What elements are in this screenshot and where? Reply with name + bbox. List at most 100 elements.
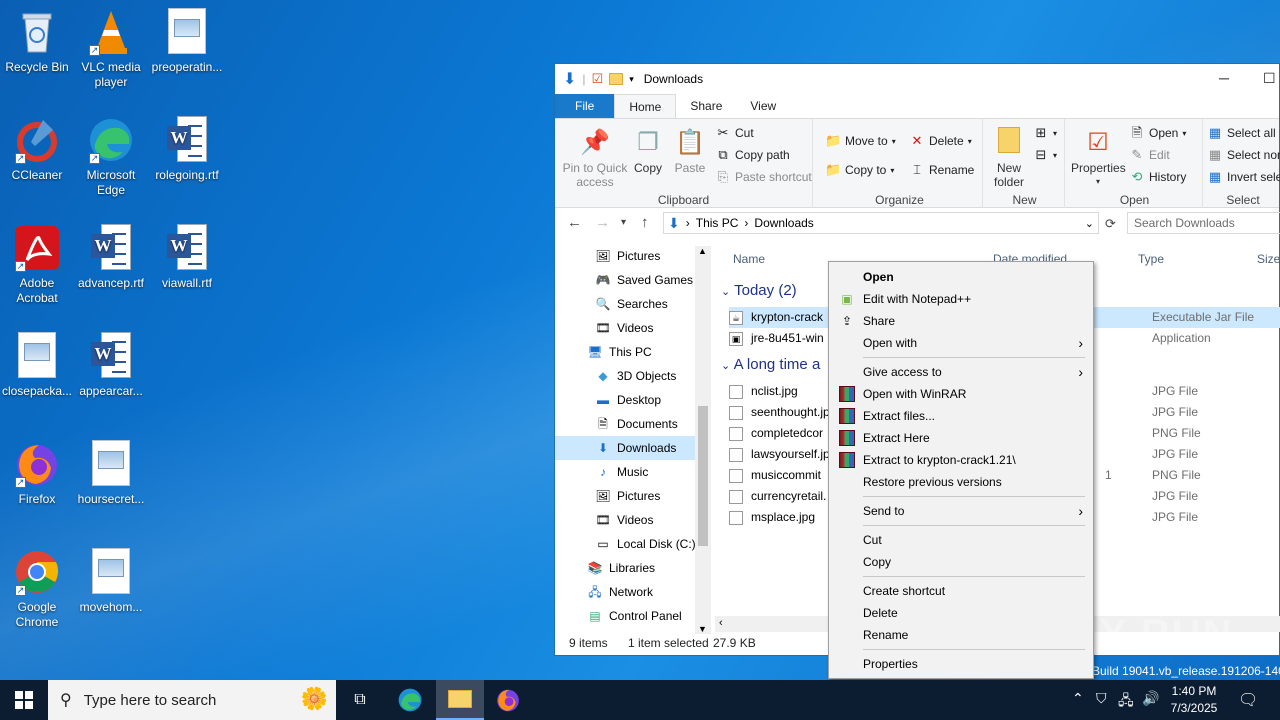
properties-button[interactable]: ☑ Properties ▾ <box>1071 127 1126 189</box>
menu-item-give-access[interactable]: Give access to › <box>829 361 1093 383</box>
delete-button[interactable]: ✕ Delete ▾ <box>909 133 972 149</box>
menu-item-create-shortcut[interactable]: Create shortcut <box>829 580 1093 602</box>
tab-view[interactable]: View <box>736 94 790 118</box>
select-all-button[interactable]: ▦ Select all <box>1207 125 1276 141</box>
nav-item-videos-2[interactable]: 🎞 Videos <box>555 508 710 532</box>
pin-quick-access-button[interactable]: 📌 Pin to Quick access <box>561 127 629 189</box>
menu-item-open-winrar[interactable]: Open with WinRAR <box>829 383 1093 405</box>
copy-button[interactable]: ❐ Copy <box>631 127 665 175</box>
navigation-scrollbar[interactable]: ▲ ▼ <box>695 246 711 634</box>
down-arrow-icon[interactable]: ⬇ <box>563 69 576 89</box>
maximize-button[interactable]: ☐ <box>1263 70 1276 87</box>
nav-item-saved-games[interactable]: 🎮 Saved Games <box>555 268 710 292</box>
nav-item-searches[interactable]: 🔍 Searches <box>555 292 710 316</box>
new-folder-icon[interactable] <box>609 73 624 85</box>
desktop-icon-acrobat[interactable]: ↗ Adobe Acrobat <box>0 224 74 306</box>
notification-center-icon[interactable]: 🗨 <box>1238 690 1258 710</box>
network-tray-icon[interactable]: 🖧 <box>1118 690 1134 714</box>
copy-path-button[interactable]: ⧉ Copy path <box>715 147 789 163</box>
customize-dropdown-icon[interactable]: ▾ <box>629 74 634 85</box>
forward-arrow-icon[interactable]: → <box>595 214 610 231</box>
nav-item-pictures[interactable]: 🖼 Pictures <box>555 244 710 268</box>
nav-item-network[interactable]: 🖧 Network <box>555 580 710 604</box>
desktop-icon-vlc[interactable]: ↗ VLC media player <box>74 8 148 90</box>
minimize-button[interactable]: ─ <box>1219 70 1229 86</box>
volume-icon[interactable]: 🔊 <box>1142 690 1159 707</box>
group-header-today[interactable]: ⌄ Today (2) <box>721 282 797 299</box>
desktop-icon-closepacka[interactable]: closepacka... <box>0 332 74 399</box>
search-input[interactable]: Search Downloads <box>1127 212 1280 234</box>
desktop-icon-ccleaner[interactable]: ↗ CCleaner <box>0 116 74 183</box>
desktop-icon-chrome[interactable]: ↗ Google Chrome <box>0 548 74 630</box>
nav-item-documents[interactable]: 🗎 Documents <box>555 412 710 436</box>
tab-share[interactable]: Share <box>676 94 736 118</box>
select-none-button[interactable]: ▦ Select non <box>1207 147 1280 163</box>
nav-item-control-panel[interactable]: ▤ Control Panel <box>555 604 710 628</box>
address-dropdown-icon[interactable]: ⌄ <box>1085 217 1094 230</box>
refresh-icon[interactable]: ⟳ <box>1105 216 1116 232</box>
defender-icon[interactable]: ⛉ <box>1096 690 1107 707</box>
cut-button[interactable]: ✂ Cut <box>715 125 754 141</box>
back-arrow-icon[interactable]: ← <box>567 214 582 231</box>
invert-selection-button[interactable]: ▦ Invert selec <box>1207 169 1280 185</box>
copy-to-button[interactable]: 📁 Copy to ▾ <box>825 162 894 178</box>
scroll-up-icon[interactable]: ▲ <box>698 246 707 256</box>
menu-item-restore-versions[interactable]: Restore previous versions <box>829 471 1093 493</box>
nav-item-pictures-2[interactable]: 🖼 Pictures <box>555 484 710 508</box>
nav-item-local-disk[interactable]: ▭ Local Disk (C:) <box>555 532 710 556</box>
desktop-icon-rolegoing[interactable]: W rolegoing.rtf <box>150 116 224 183</box>
history-button[interactable]: ⟲ History <box>1129 169 1187 185</box>
desktop-icon-viawall[interactable]: W viawall.rtf <box>150 224 224 291</box>
menu-item-extract-files[interactable]: Extract files... <box>829 405 1093 427</box>
paste-shortcut-button[interactable]: ⎘ Paste shortcut <box>715 169 812 185</box>
properties-check-icon[interactable]: ☑ <box>592 71 604 87</box>
taskbar-search-input[interactable]: ⚲ Type here to search 🌼 <box>48 680 336 720</box>
system-clock[interactable]: 1:40 PM 7/3/2025 <box>1166 683 1222 717</box>
column-header-size[interactable]: Size <box>1257 252 1280 266</box>
desktop-icon-advancep[interactable]: W advancep.rtf <box>74 224 148 291</box>
desktop-icon-recycle-bin[interactable]: Recycle Bin <box>0 8 74 75</box>
scroll-left-icon[interactable]: ‹ <box>719 617 723 629</box>
new-item-button[interactable]: ⊞ ▾ <box>1033 125 1057 141</box>
new-folder-button[interactable]: New folder <box>989 127 1029 189</box>
desktop-icon-firefox[interactable]: ↗ Firefox <box>0 440 74 507</box>
desktop-icon-preoperatin[interactable]: preoperatin... <box>150 8 224 75</box>
nav-item-desktop[interactable]: ▬ Desktop <box>555 388 710 412</box>
recent-dropdown-icon[interactable]: ▾ <box>621 217 626 228</box>
menu-item-send-to[interactable]: Send to › <box>829 500 1093 522</box>
menu-item-delete[interactable]: Delete <box>829 602 1093 624</box>
tab-home[interactable]: Home <box>614 94 677 118</box>
nav-item-downloads[interactable]: ⬇ Downloads <box>555 436 710 460</box>
open-button[interactable]: 🗎 Open ▾ <box>1129 125 1187 141</box>
menu-item-share[interactable]: ⇪ Share <box>829 310 1093 332</box>
breadcrumb-downloads[interactable]: Downloads <box>754 216 813 230</box>
menu-item-open-with[interactable]: Open with › <box>829 332 1093 354</box>
start-button[interactable] <box>0 680 48 720</box>
easy-access-button[interactable]: ⊟ ▾ <box>1033 147 1057 163</box>
desktop-icon-appearcar[interactable]: W appearcar... <box>74 332 148 399</box>
desktop-icon-hoursecret[interactable]: hoursecret... <box>74 440 148 507</box>
nav-item-3d-objects[interactable]: ◆ 3D Objects <box>555 364 710 388</box>
desktop-icon-movehom[interactable]: movehom... <box>74 548 148 615</box>
address-bar[interactable]: ⬇ › This PC › Downloads ⌄ <box>663 212 1099 234</box>
menu-item-rename[interactable]: Rename <box>829 624 1093 646</box>
menu-item-copy[interactable]: Copy <box>829 551 1093 573</box>
nav-item-music[interactable]: ♪ Music <box>555 460 710 484</box>
paste-button[interactable]: 📋 Paste <box>673 127 707 175</box>
edit-button[interactable]: ✎ Edit <box>1129 147 1170 163</box>
menu-item-properties[interactable]: Properties <box>829 653 1093 675</box>
desktop-icon-edge[interactable]: ↗ Microsoft Edge <box>74 116 148 198</box>
nav-item-this-pc[interactable]: 🖥 This PC <box>555 340 710 364</box>
menu-item-extract-here[interactable]: Extract Here <box>829 427 1093 449</box>
breadcrumb-this-pc[interactable]: This PC <box>696 216 739 230</box>
column-header-name[interactable]: Name <box>733 252 765 266</box>
taskbar-edge[interactable] <box>386 680 434 720</box>
task-view-button[interactable]: ⧉ <box>336 680 384 720</box>
up-arrow-icon[interactable]: ↑ <box>641 214 649 231</box>
menu-item-open[interactable]: Open <box>829 266 1093 288</box>
scrollbar-thumb[interactable] <box>698 406 708 546</box>
rename-button[interactable]: ⌶ Rename <box>909 162 974 178</box>
show-hidden-icons-icon[interactable]: ⌃ <box>1072 690 1084 707</box>
taskbar-file-explorer[interactable] <box>436 680 484 720</box>
column-header-type[interactable]: Type <box>1138 252 1164 266</box>
